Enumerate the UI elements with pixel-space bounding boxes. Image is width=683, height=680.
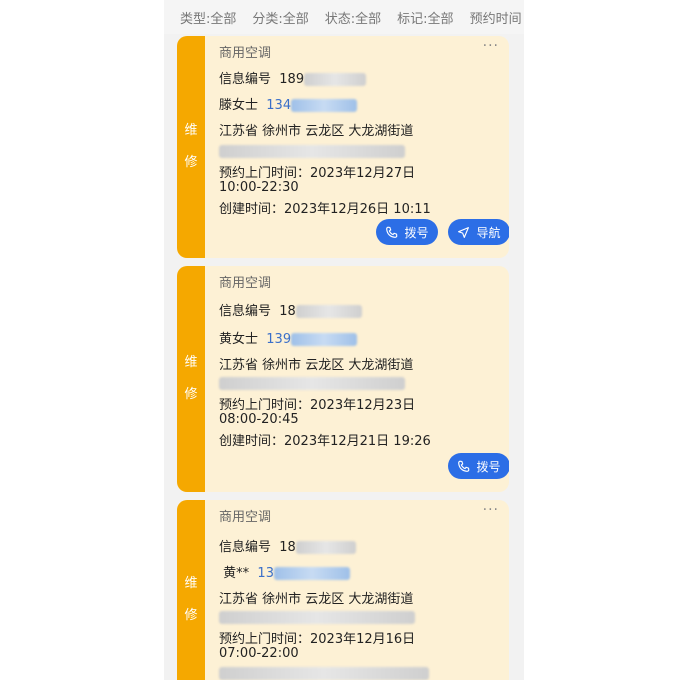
contact-name: 黄女士 [219, 332, 259, 347]
more-icon[interactable]: ··· [483, 502, 499, 518]
order-title: 商用空调 [219, 46, 272, 61]
redacted-block [219, 377, 405, 390]
contact-row: 滕女士 134 [219, 94, 358, 113]
contact-name: 滕女士 [219, 98, 259, 113]
phone-icon [386, 226, 398, 238]
contact-phone-link[interactable]: 13 [257, 566, 274, 581]
order-card[interactable]: 维 修 商用空调 信息编号 18 黄女士 139 江苏省 徐州市 云龙区 大龙湖… [177, 266, 509, 492]
address-detail-redacted [219, 610, 415, 625]
info-number-label: 信息编号 [219, 72, 272, 87]
call-button[interactable]: 拨号 [376, 219, 438, 245]
tag-char: 维 [184, 123, 198, 138]
tag-char: 修 [184, 387, 198, 402]
address-detail-redacted [219, 144, 405, 159]
appointment-row: 预约上门时间：2023年12月23日 [219, 394, 415, 413]
info-number-value: 189 [279, 72, 305, 87]
redacted-block [295, 305, 362, 318]
contact-name: 黄** [223, 566, 250, 581]
info-number-label: 信息编号 [219, 540, 272, 555]
filter-type[interactable]: 类型:全部 [180, 8, 236, 27]
navigate-button[interactable]: 导航 [448, 219, 509, 245]
tag-char: 修 [184, 608, 198, 623]
order-type-tag: 维 修 [177, 266, 205, 492]
info-number-value: 18 [279, 304, 296, 319]
navigate-button-label: 导航 [476, 225, 501, 240]
redacted-block [291, 99, 358, 112]
redacted-block [219, 145, 405, 158]
order-title: 商用空调 [219, 510, 272, 525]
order-card[interactable]: 维 修 商用空调 ··· 信息编号 18 黄** 13 江苏省 徐州市 云龙区 … [177, 500, 509, 680]
contact-phone-link[interactable]: 134 [266, 98, 291, 113]
info-number-value: 18 [279, 540, 296, 555]
order-type-tag: 维 修 [177, 36, 205, 258]
filter-status[interactable]: 状态:全部 [325, 8, 381, 27]
app-screen: 类型:全部 分类:全部 状态:全部 标记:全部 预约时间 维 修 商用空调 ··… [164, 0, 524, 680]
call-button[interactable]: 拨号 [448, 453, 509, 479]
contact-phone-link[interactable]: 139 [266, 332, 291, 347]
appointment-time: 08:00-20:45 [219, 412, 299, 427]
created-time-redacted [219, 666, 429, 680]
appointment-row: 预约上门时间：2023年12月16日 [219, 628, 415, 647]
address-line: 江苏省 徐州市 云龙区 大龙湖街道 [219, 592, 414, 607]
info-number-row: 信息编号 189 [219, 68, 367, 87]
info-number-row: 信息编号 18 [219, 300, 362, 319]
tag-char: 维 [184, 355, 198, 370]
appointment-time: 07:00-22:00 [219, 646, 299, 661]
appointment-label: 预约上门时间： [219, 632, 311, 647]
tag-char: 修 [184, 155, 198, 170]
appointment-date: 2023年12月23日 [310, 398, 416, 413]
redacted-block [291, 333, 358, 346]
filter-bar: 类型:全部 分类:全部 状态:全部 标记:全部 预约时间 [164, 0, 524, 34]
filter-mark[interactable]: 标记:全部 [397, 8, 453, 27]
more-icon[interactable]: ··· [483, 38, 499, 54]
appointment-row: 预约上门时间：2023年12月27日 [219, 162, 415, 181]
appointment-label: 预约上门时间： [219, 166, 311, 181]
order-type-tag: 维 修 [177, 500, 205, 680]
redacted-block [304, 73, 367, 86]
redacted-block [219, 667, 429, 680]
created-time: 创建时间：2023年12月26日 10:11 [219, 202, 431, 217]
redacted-block [273, 567, 350, 580]
redacted-block [219, 611, 415, 624]
tag-char: 维 [184, 576, 198, 591]
created-time: 创建时间：2023年12月21日 19:26 [219, 434, 431, 449]
appointment-date: 2023年12月27日 [310, 166, 416, 181]
contact-row: 黄女士 139 [219, 328, 358, 347]
call-button-label: 拨号 [404, 225, 429, 240]
navigation-arrow-icon [458, 226, 470, 238]
info-number-row: 信息编号 18 [219, 536, 356, 555]
appointment-time: 10:00-22:30 [219, 180, 299, 195]
order-card[interactable]: 维 修 商用空调 ··· 信息编号 189 滕女士 134 江苏省 徐州市 云龙… [177, 36, 509, 258]
call-button-label: 拨号 [476, 459, 501, 474]
info-number-label: 信息编号 [219, 304, 272, 319]
filter-category[interactable]: 分类:全部 [252, 8, 308, 27]
address-line: 江苏省 徐州市 云龙区 大龙湖街道 [219, 124, 414, 139]
phone-icon [458, 460, 470, 472]
contact-row: 黄** 13 [219, 562, 350, 581]
order-title: 商用空调 [219, 276, 272, 291]
appointment-date: 2023年12月16日 [310, 632, 416, 647]
filter-appointment-time[interactable]: 预约时间 [470, 8, 522, 27]
address-detail-redacted [219, 376, 405, 391]
appointment-label: 预约上门时间： [219, 398, 311, 413]
address-line: 江苏省 徐州市 云龙区 大龙湖街道 [219, 358, 414, 373]
redacted-block [295, 541, 356, 554]
